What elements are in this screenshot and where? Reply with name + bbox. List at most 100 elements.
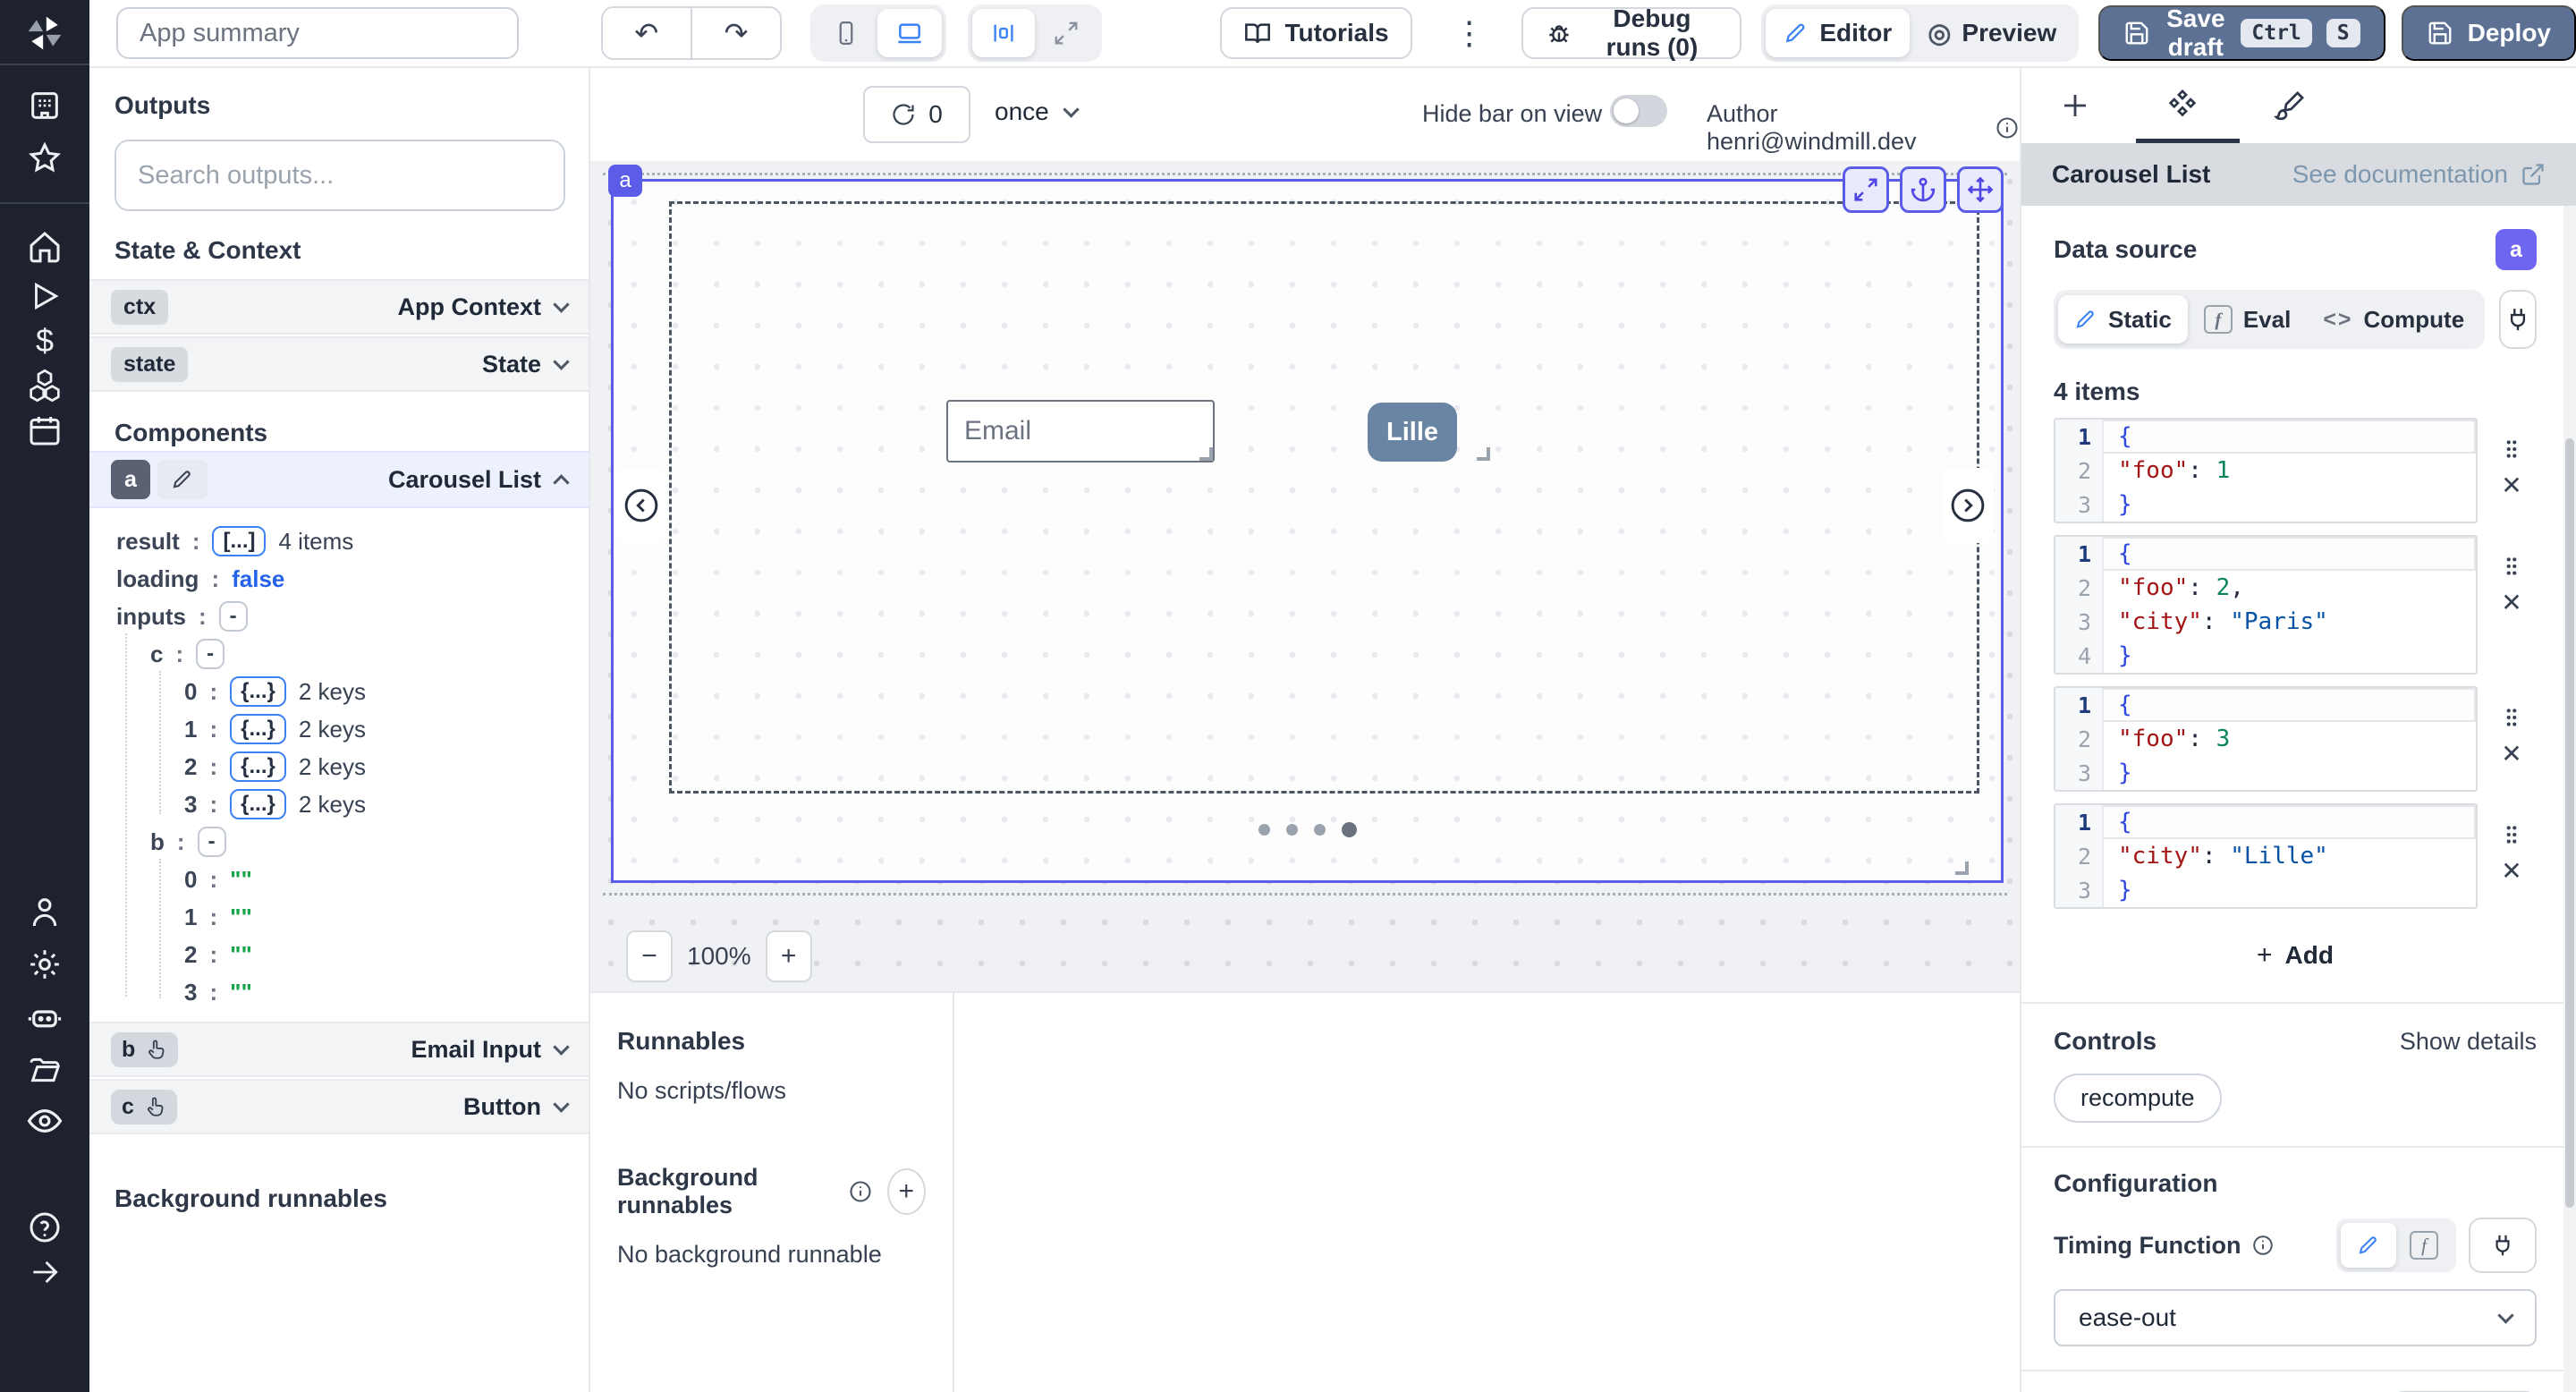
- resize-handle[interactable]: [1477, 447, 1490, 461]
- zoom-out-button[interactable]: −: [626, 930, 673, 982]
- undo-button[interactable]: ↶: [603, 8, 691, 58]
- json-editor[interactable]: 1{2"city": "Lille"3}: [2054, 803, 2478, 909]
- tree-expand-chip[interactable]: {...}: [230, 789, 286, 819]
- edit-id-pencil-icon[interactable]: [157, 460, 208, 499]
- carousel-next-area[interactable]: [1942, 468, 1994, 543]
- arrow-left-circle-icon[interactable]: [622, 486, 661, 525]
- editor-tab[interactable]: Editor: [1766, 9, 1910, 57]
- refresh-counter-button[interactable]: 0: [863, 86, 970, 143]
- info-icon[interactable]: [1995, 115, 2020, 140]
- add-item-button[interactable]: + Add: [2206, 932, 2385, 979]
- resize-handle[interactable]: [1199, 447, 1213, 461]
- component-settings-tab[interactable]: [2129, 89, 2236, 123]
- code-line[interactable]: "city": "Paris": [2104, 605, 2476, 639]
- json-editor[interactable]: 1{2"foo": 33}: [2054, 686, 2478, 792]
- code-line[interactable]: "foo": 3: [2104, 722, 2476, 756]
- preview-tab[interactable]: ◎ Preview: [1910, 9, 2074, 57]
- connect-plug-button[interactable]: [2469, 1218, 2537, 1273]
- code-line[interactable]: {: [2104, 420, 2476, 454]
- tree-expand-chip[interactable]: -: [196, 639, 225, 669]
- tree-expand-chip[interactable]: {...}: [230, 751, 286, 782]
- ctx-row[interactable]: ctx App Context: [89, 279, 589, 335]
- desktop-view-button[interactable]: [877, 9, 942, 57]
- audit-eye-icon[interactable]: [0, 1101, 89, 1141]
- folders-icon[interactable]: [0, 1050, 89, 1090]
- city-button[interactable]: Lille: [1368, 403, 1457, 462]
- delete-item-button[interactable]: ✕: [2501, 742, 2521, 767]
- timing-function-select[interactable]: ease-out: [2054, 1289, 2537, 1346]
- carousel-dot[interactable]: [1258, 824, 1270, 836]
- centered-layout-button[interactable]: [972, 9, 1035, 57]
- component-a-row[interactable]: a Carousel List: [89, 451, 589, 508]
- carousel-prev-area[interactable]: [615, 468, 667, 543]
- component-b-row[interactable]: b Email Input: [89, 1022, 589, 1077]
- favorites-star-icon[interactable]: [0, 139, 89, 178]
- insert-component-tab[interactable]: [2021, 89, 2129, 122]
- chevron-down-icon[interactable]: [553, 1096, 569, 1112]
- tree-expand-chip[interactable]: {...}: [230, 714, 286, 744]
- chevron-down-icon[interactable]: [553, 296, 569, 312]
- expand-component-button[interactable]: [1843, 166, 1889, 213]
- show-details-link[interactable]: Show details: [2400, 1028, 2537, 1056]
- email-input[interactable]: Email: [946, 400, 1215, 463]
- carousel-dot[interactable]: [1342, 822, 1357, 837]
- component-c-row[interactable]: c Button: [89, 1079, 589, 1134]
- add-background-runnable-button[interactable]: +: [887, 1168, 926, 1215]
- zoom-in-button[interactable]: +: [766, 930, 812, 982]
- save-draft-button[interactable]: Save draft Ctrl S: [2098, 5, 2385, 61]
- drag-handle-icon[interactable]: [2500, 437, 2523, 461]
- workspace-icon[interactable]: [0, 86, 89, 125]
- users-person-icon[interactable]: [0, 893, 89, 932]
- recompute-button[interactable]: recompute: [2054, 1074, 2222, 1123]
- search-outputs-input[interactable]: [114, 140, 565, 211]
- chevron-up-icon[interactable]: [553, 474, 569, 490]
- scrollbar-thumb[interactable]: [2565, 438, 2574, 1208]
- move-component-button[interactable]: [1957, 166, 2004, 213]
- code-line[interactable]: }: [2104, 756, 2476, 790]
- code-line[interactable]: }: [2104, 873, 2476, 907]
- code-line[interactable]: "foo": 1: [2104, 454, 2476, 488]
- home-icon[interactable]: [0, 227, 89, 267]
- drag-handle-icon[interactable]: [2500, 706, 2523, 729]
- redo-button[interactable]: ↷: [692, 8, 781, 58]
- selected-component-tag[interactable]: a: [608, 165, 642, 197]
- see-documentation-link[interactable]: See documentation: [2292, 160, 2546, 189]
- static-mode-button[interactable]: [2341, 1223, 2396, 1268]
- tree-expand-chip[interactable]: [...]: [212, 526, 266, 556]
- hide-bar-toggle[interactable]: [1610, 95, 1667, 127]
- drag-handle-icon[interactable]: [2500, 823, 2523, 846]
- app-summary-input[interactable]: [116, 7, 519, 59]
- styling-brush-tab[interactable]: [2236, 89, 2343, 122]
- static-mode-button[interactable]: Static: [2058, 295, 2188, 344]
- runs-play-icon[interactable]: [0, 276, 89, 316]
- more-menu-button[interactable]: ⋮: [1453, 17, 1486, 49]
- deploy-button[interactable]: Deploy: [2402, 5, 2576, 61]
- code-line[interactable]: "foo": 2,: [2104, 571, 2476, 605]
- tree-expand-chip[interactable]: -: [198, 827, 226, 857]
- debug-runs-button[interactable]: Debug runs (0): [1521, 7, 1742, 59]
- mobile-view-button[interactable]: [815, 9, 877, 57]
- carousel-component[interactable]: Email Lille: [611, 179, 2004, 883]
- code-line[interactable]: {: [2104, 805, 2476, 839]
- arrow-right-circle-icon[interactable]: [1948, 486, 1987, 525]
- carousel-dot[interactable]: [1314, 824, 1326, 836]
- info-icon[interactable]: [2251, 1234, 2275, 1257]
- scrollbar-track[interactable]: [2563, 206, 2576, 1392]
- delete-item-button[interactable]: ✕: [2501, 473, 2521, 498]
- windmill-logo-icon[interactable]: [0, 13, 89, 54]
- app-canvas[interactable]: a Email Lille − 100% +: [590, 161, 2020, 991]
- drag-handle-icon[interactable]: [2500, 555, 2523, 578]
- code-line[interactable]: }: [2104, 488, 2476, 522]
- schedules-calendar-icon[interactable]: [0, 411, 89, 450]
- refresh-mode-select[interactable]: once: [995, 98, 1077, 126]
- chevron-down-icon[interactable]: [553, 1039, 569, 1055]
- code-line[interactable]: "city": "Lille": [2104, 839, 2476, 873]
- tree-expand-chip[interactable]: {...}: [230, 676, 286, 707]
- info-icon[interactable]: [848, 1179, 873, 1204]
- state-row[interactable]: state State: [89, 336, 589, 392]
- anchor-component-button[interactable]: [1900, 166, 1946, 213]
- resize-handle[interactable]: [1955, 862, 1969, 875]
- delete-item-button[interactable]: ✕: [2501, 859, 2521, 884]
- carousel-dot[interactable]: [1286, 824, 1298, 836]
- expand-sidebar-arrow-icon[interactable]: [0, 1252, 89, 1292]
